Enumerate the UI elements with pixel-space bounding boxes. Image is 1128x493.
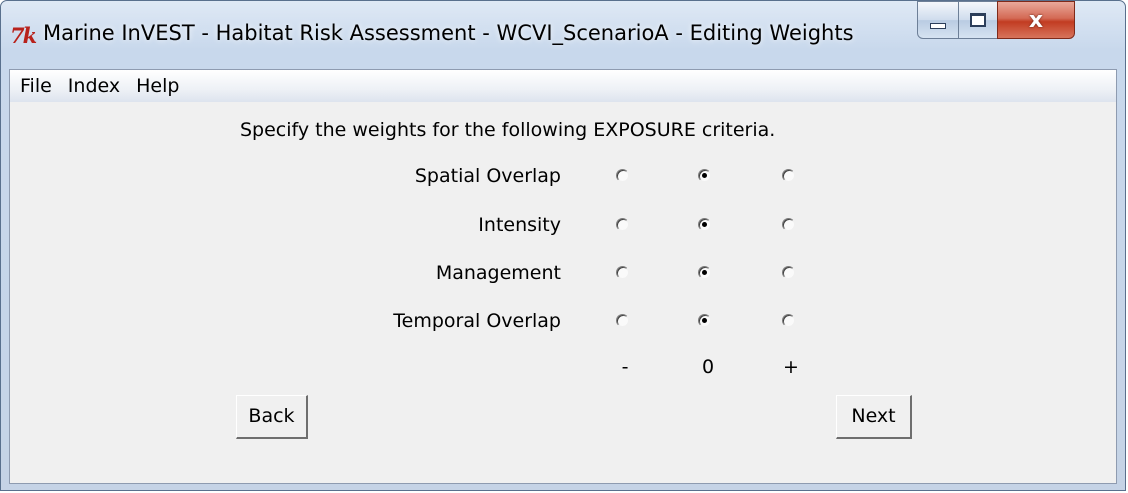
maximize-button[interactable] [958, 1, 998, 39]
radio-intensity-minus[interactable] [616, 218, 629, 231]
instruction-text: Specify the weights for the following EX… [240, 119, 776, 141]
window-title: Marine InVEST - Habitat Risk Assessment … [43, 21, 854, 45]
maximize-icon [970, 13, 986, 27]
criterion-label-intensity: Intensity [478, 214, 561, 236]
radio-temporal-overlap-plus[interactable] [782, 314, 795, 327]
radio-spatial-overlap-minus[interactable] [616, 169, 629, 182]
criterion-label-temporal-overlap: Temporal Overlap [393, 310, 561, 332]
radio-intensity-zero[interactable] [698, 218, 711, 231]
tk-logo-icon: 7k [10, 23, 37, 48]
criterion-label-spatial-overlap: Spatial Overlap [414, 165, 561, 187]
minimize-button[interactable] [917, 1, 959, 39]
radio-management-zero[interactable] [698, 266, 711, 279]
client-area: File Index Help Specify the weights for … [9, 69, 1117, 484]
back-button[interactable]: Back [236, 395, 308, 439]
menu-bar: File Index Help [10, 70, 1116, 102]
menu-index[interactable]: Index [60, 70, 128, 102]
scale-label-plus: + [783, 356, 799, 378]
radio-spatial-overlap-plus[interactable] [782, 169, 795, 182]
close-button[interactable]: x [997, 1, 1075, 39]
radio-management-minus[interactable] [616, 266, 629, 279]
radio-temporal-overlap-zero[interactable] [698, 314, 711, 327]
radio-intensity-plus[interactable] [782, 218, 795, 231]
scale-label-minus: - [621, 356, 629, 378]
radio-management-plus[interactable] [782, 266, 795, 279]
radio-temporal-overlap-minus[interactable] [616, 314, 629, 327]
radio-spatial-overlap-zero[interactable] [698, 169, 711, 182]
close-icon: x [1028, 7, 1044, 33]
menu-file[interactable]: File [10, 70, 60, 102]
scale-label-zero: 0 [701, 356, 715, 378]
menu-help[interactable]: Help [128, 70, 187, 102]
app-window: 7k Marine InVEST - Habitat Risk Assessme… [0, 0, 1126, 491]
title-bar[interactable]: 7k Marine InVEST - Habitat Risk Assessme… [1, 1, 1125, 69]
minimize-icon [930, 23, 946, 29]
next-button[interactable]: Next [836, 395, 912, 439]
criterion-label-management: Management [435, 262, 561, 284]
